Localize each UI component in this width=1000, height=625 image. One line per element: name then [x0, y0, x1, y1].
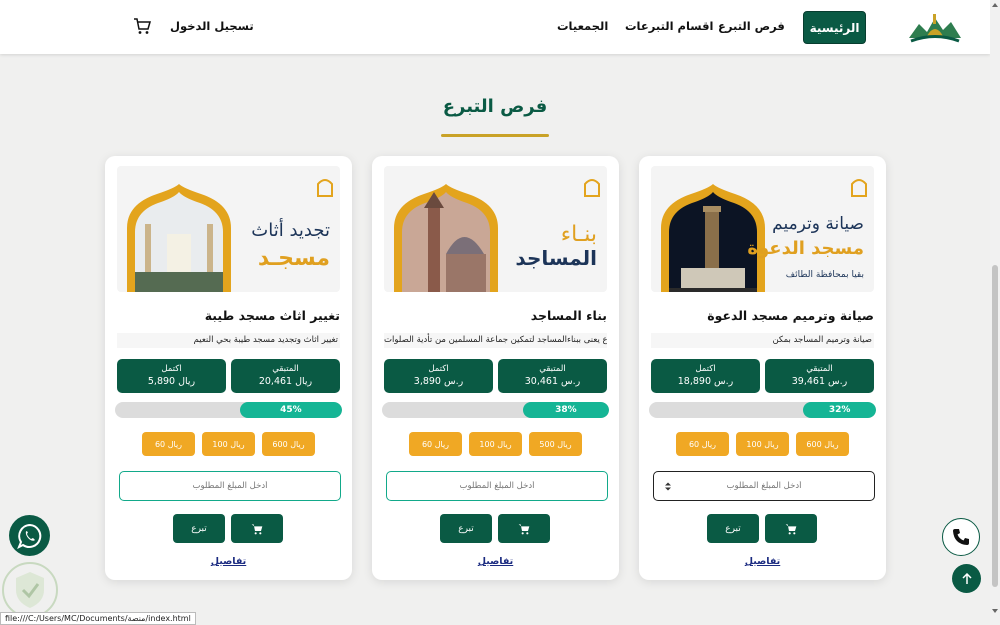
card-banner: تجديد أثاث مسجـد [117, 166, 340, 292]
nav-link-donation-categories[interactable]: اقسام التبرعات [625, 19, 713, 33]
cart-icon [785, 523, 797, 534]
progress-text: 45% [280, 405, 302, 415]
completed-label: اكتمل [428, 364, 449, 374]
watermark-shield-icon [2, 562, 58, 618]
mosque-photo-arch-icon [394, 184, 498, 292]
card-title: صيانة وترميم مسجد الدعوة [707, 308, 874, 323]
banner-line-1: بنـاء [560, 222, 597, 247]
navbar: الرئيسية فرص التبرع اقسام التبرعات الجمع… [0, 0, 990, 54]
completed-value: 18,890 ر.س [677, 376, 734, 387]
progress-text: 38% [555, 405, 577, 415]
progress-fill: 38% [522, 402, 609, 418]
card-banner: صيانة وترميم مسجد الدعوة بقيا بمحافظة ال… [651, 166, 874, 292]
remaining-label: المتبقي [539, 364, 566, 374]
amount-60-button[interactable]: 60 ريال [676, 432, 729, 456]
completed-box: اكتمل 5,890 ريال [117, 359, 226, 393]
amount-100-button[interactable]: 100 ريال [469, 432, 522, 456]
completed-value: 3,890 ر.س [413, 376, 464, 387]
remaining-box: المتبقي 20,461 ريال [231, 359, 340, 393]
add-to-cart-button[interactable] [765, 514, 817, 543]
amount-input[interactable] [386, 471, 608, 501]
donation-card: تجديد أثاث مسجـد تغيير اثاث مسجد طيبة تغ… [105, 156, 352, 580]
amount-60-button[interactable]: 60 ريال [142, 432, 195, 456]
remaining-box: المتبقي 39,461 ر.س [765, 359, 874, 393]
donate-button[interactable]: تبرع [173, 514, 225, 543]
amount-60-button[interactable]: 60 ريال [409, 432, 462, 456]
remaining-label: المتبقي [806, 364, 833, 374]
mosque-photo-arch-icon [127, 184, 231, 292]
nav-link-donation-opportunities[interactable]: فرص التبرع [718, 19, 785, 33]
remaining-value: 39,461 ر.س [791, 376, 848, 387]
phone-icon [953, 529, 969, 545]
completed-value: 5,890 ريال [147, 376, 196, 387]
card-banner: بنـاء المساجد [384, 166, 607, 292]
title-underline [441, 134, 549, 137]
banner-line-2: مسجد الدعوة [747, 238, 864, 259]
card-description: مشروع يعنى ببناءالمساجد لتمكين جماعة الم… [384, 333, 607, 348]
banner-line-2: مسجـد [257, 246, 330, 271]
donate-button[interactable]: تبرع [707, 514, 759, 543]
remaining-value: 20,461 ريال [258, 376, 313, 387]
section-title: فرص التبرع [442, 96, 548, 117]
logo-mosque-icon[interactable] [905, 8, 965, 46]
add-to-cart-button[interactable] [231, 514, 283, 543]
card-description: صيانة وترميم المساجد بمكن [651, 333, 874, 348]
card-title: بناء المساجد [530, 308, 607, 323]
spinner-arrows-icon[interactable] [665, 482, 671, 491]
cart-icon[interactable] [133, 17, 151, 35]
remaining-value: 30,461 ر.س [524, 376, 581, 387]
nav-home-button[interactable]: الرئيسية [803, 11, 866, 44]
completed-label: اكتمل [695, 364, 716, 374]
scroll-down-icon[interactable] [992, 608, 998, 614]
banner-line-2: المساجد [515, 246, 597, 270]
amount-100-button[interactable]: 100 ريال [202, 432, 255, 456]
whatsapp-icon [16, 523, 41, 549]
amount-input[interactable] [119, 471, 341, 501]
banner-line-3: بقيا بمحافظة الطائف [785, 270, 864, 280]
arrow-up-icon [961, 572, 972, 584]
progress-fill: 45% [239, 402, 342, 418]
donation-card: بنـاء المساجد بناء المساجد مشروع يعنى بب… [372, 156, 619, 580]
banner-logo-icon [317, 179, 333, 197]
banner-line-1: صيانة وترميم [772, 214, 864, 234]
amount-input[interactable] [653, 471, 875, 501]
amount-500-button[interactable]: 500 ريال [529, 432, 582, 456]
whatsapp-button[interactable] [9, 515, 50, 556]
completed-label: اكتمل [161, 364, 182, 374]
donate-button[interactable]: تبرع [440, 514, 492, 543]
scroll-up-icon[interactable] [992, 2, 998, 8]
nav-login-link[interactable]: تسجيل الدخول [170, 19, 254, 33]
card-description: تغيير اثاث وتجديد مسجد طيبة بحي النعيم [117, 333, 340, 348]
banner-logo-icon [584, 179, 600, 197]
donation-card: صيانة وترميم مسجد الدعوة بقيا بمحافظة ال… [639, 156, 886, 580]
progress-fill: 32% [803, 402, 876, 418]
remaining-label: المتبقي [272, 364, 299, 374]
details-link[interactable]: تفاصيل [639, 556, 886, 567]
cart-icon [251, 523, 263, 534]
add-to-cart-button[interactable] [498, 514, 550, 543]
details-link[interactable]: تفاصيل [105, 556, 352, 567]
banner-logo-icon [851, 179, 867, 197]
progress-bar: 45% [115, 402, 342, 418]
progress-bar: 38% [382, 402, 609, 418]
scroll-to-top-button[interactable] [952, 564, 981, 593]
nav-link-associations[interactable]: الجمعيات [557, 19, 608, 33]
details-link[interactable]: تفاصيل [372, 556, 619, 567]
remaining-box: المتبقي 30,461 ر.س [498, 359, 607, 393]
banner-line-1: تجديد أثاث [251, 220, 330, 241]
cart-icon [518, 523, 530, 534]
amount-100-button[interactable]: 100 ريال [736, 432, 789, 456]
page-scrollbar[interactable] [990, 0, 1000, 625]
phone-button[interactable] [942, 518, 980, 556]
progress-text: 32% [828, 405, 851, 415]
amount-600-button[interactable]: 600 ريال [796, 432, 849, 456]
completed-box: اكتمل 3,890 ر.س [384, 359, 493, 393]
card-title: تغيير اثاث مسجد طيبة [204, 308, 340, 323]
browser-status-bar: file:///C:/Users/MC/Documents/منصة/index… [0, 612, 196, 625]
completed-box: اكتمل 18,890 ر.س [651, 359, 760, 393]
progress-bar: 32% [649, 402, 876, 418]
scrollbar-thumb[interactable] [992, 265, 998, 587]
amount-600-button[interactable]: 600 ريال [262, 432, 315, 456]
